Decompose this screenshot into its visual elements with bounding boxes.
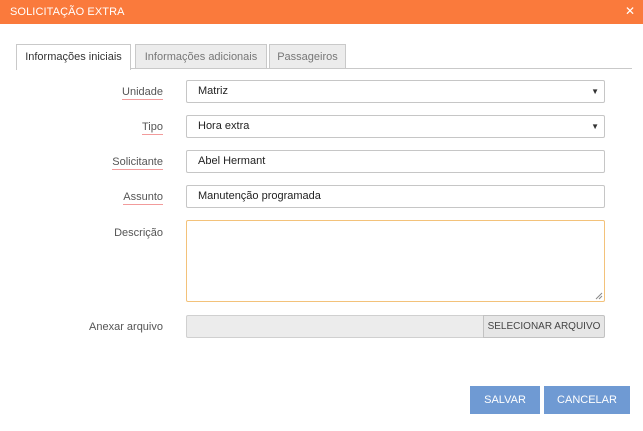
descricao-textarea[interactable]	[186, 220, 605, 302]
unidade-select[interactable]: Matriz ▼	[186, 80, 605, 103]
unidade-label: Unidade	[122, 86, 163, 100]
solicitante-value: Abel Hermant	[198, 155, 266, 167]
file-path-field	[186, 315, 484, 338]
tab-informacoes-adicionais[interactable]: Informações adicionais	[135, 44, 267, 69]
anexo-label: Anexar arquivo	[89, 321, 163, 333]
resize-grip-icon[interactable]	[595, 292, 603, 300]
dialog-title: SOLICITAÇÃO EXTRA	[10, 6, 125, 18]
tipo-value: Hora extra	[198, 120, 250, 132]
cancel-button[interactable]: CANCELAR	[544, 386, 630, 414]
select-file-button[interactable]: SELECIONAR ARQUIVO	[483, 315, 605, 338]
tab-passageiros[interactable]: Passageiros	[269, 44, 346, 69]
assunto-label: Assunto	[123, 191, 163, 205]
dropdown-arrow-icon: ▼	[591, 87, 599, 96]
tipo-label: Tipo	[142, 121, 163, 135]
tab-informacoes-iniciais[interactable]: Informações iniciais	[16, 44, 131, 70]
dropdown-arrow-icon: ▼	[591, 122, 599, 131]
assunto-value: Manutenção programada	[198, 190, 321, 202]
save-button[interactable]: SALVAR	[470, 386, 540, 414]
solicitante-input[interactable]: Abel Hermant	[186, 150, 605, 173]
tipo-select[interactable]: Hora extra ▼	[186, 115, 605, 138]
solicitante-label: Solicitante	[112, 156, 163, 170]
close-icon[interactable]: ✕	[624, 5, 636, 17]
descricao-label: Descrição	[114, 227, 163, 239]
unidade-value: Matriz	[198, 85, 228, 97]
dialog-titlebar: SOLICITAÇÃO EXTRA ✕	[0, 0, 643, 24]
assunto-input[interactable]: Manutenção programada	[186, 185, 605, 208]
